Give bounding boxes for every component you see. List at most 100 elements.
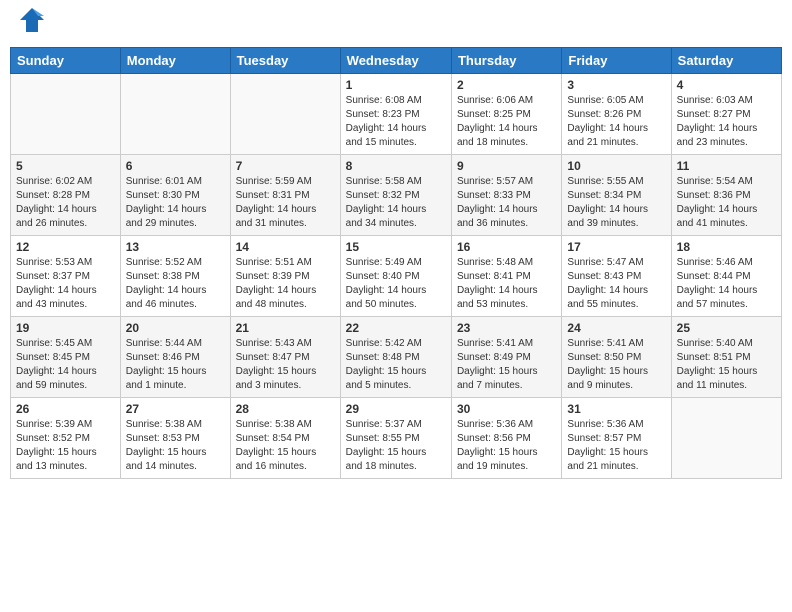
- day-number: 1: [346, 78, 446, 92]
- calendar-cell: [11, 74, 121, 155]
- calendar-cell: 6 Sunrise: 6:01 AM Sunset: 8:30 PM Daylig…: [120, 155, 230, 236]
- day-number: 21: [236, 321, 335, 335]
- day-header-sunday: Sunday: [11, 48, 121, 74]
- calendar-cell: 13 Sunrise: 5:52 AM Sunset: 8:38 PM Dayli…: [120, 236, 230, 317]
- calendar-table: SundayMondayTuesdayWednesdayThursdayFrid…: [10, 47, 782, 479]
- calendar-week-row: 5 Sunrise: 6:02 AM Sunset: 8:28 PM Daylig…: [11, 155, 782, 236]
- day-number: 29: [346, 402, 446, 416]
- calendar-cell: 2 Sunrise: 6:06 AM Sunset: 8:25 PM Daylig…: [451, 74, 561, 155]
- day-number: 22: [346, 321, 446, 335]
- logo: [14, 10, 46, 39]
- calendar-cell: 11 Sunrise: 5:54 AM Sunset: 8:36 PM Dayli…: [671, 155, 781, 236]
- day-header-tuesday: Tuesday: [230, 48, 340, 74]
- day-header-monday: Monday: [120, 48, 230, 74]
- calendar-cell: 4 Sunrise: 6:03 AM Sunset: 8:27 PM Daylig…: [671, 74, 781, 155]
- day-number: 30: [457, 402, 556, 416]
- day-info: Sunrise: 5:37 AM Sunset: 8:55 PM Dayligh…: [346, 418, 446, 474]
- day-info: Sunrise: 5:54 AM Sunset: 8:36 PM Dayligh…: [677, 175, 776, 231]
- calendar-cell: 1 Sunrise: 6:08 AM Sunset: 8:23 PM Daylig…: [340, 74, 451, 155]
- day-number: 27: [126, 402, 225, 416]
- logo-icon: [18, 6, 46, 39]
- day-number: 2: [457, 78, 556, 92]
- day-info: Sunrise: 5:45 AM Sunset: 8:45 PM Dayligh…: [16, 337, 115, 393]
- calendar-cell: 3 Sunrise: 6:05 AM Sunset: 8:26 PM Daylig…: [562, 74, 671, 155]
- calendar-week-row: 12Sunrise: 5:53 AM Sunset: 8:37 PM Dayli…: [11, 236, 782, 317]
- calendar-cell: 17Sunrise: 5:47 AM Sunset: 8:43 PM Dayli…: [562, 236, 671, 317]
- calendar-cell: 30 Sunrise: 5:36 AM Sunset: 8:56 PM Dayli…: [451, 398, 561, 479]
- day-number: 28: [236, 402, 335, 416]
- day-number: 12: [16, 240, 115, 254]
- day-info: Sunrise: 5:49 AM Sunset: 8:40 PM Dayligh…: [346, 256, 446, 312]
- day-number: 25: [677, 321, 776, 335]
- day-number: 26: [16, 402, 115, 416]
- day-number: 15: [346, 240, 446, 254]
- day-info: Sunrise: 5:36 AM Sunset: 8:56 PM Dayligh…: [457, 418, 556, 474]
- day-info: Sunrise: 5:40 AM Sunset: 8:51 PM Dayligh…: [677, 337, 776, 393]
- calendar-header-row: SundayMondayTuesdayWednesdayThursdayFrid…: [11, 48, 782, 74]
- day-number: 18: [677, 240, 776, 254]
- day-number: 5: [16, 159, 115, 173]
- calendar-cell: 18 Sunrise: 5:46 AM Sunset: 8:44 PM Dayli…: [671, 236, 781, 317]
- calendar-week-row: 26Sunrise: 5:39 AM Sunset: 8:52 PM Dayli…: [11, 398, 782, 479]
- day-number: 11: [677, 159, 776, 173]
- day-info: Sunrise: 6:02 AM Sunset: 8:28 PM Dayligh…: [16, 175, 115, 231]
- day-info: Sunrise: 5:41 AM Sunset: 8:49 PM Dayligh…: [457, 337, 556, 393]
- day-number: 31: [567, 402, 665, 416]
- day-info: Sunrise: 5:48 AM Sunset: 8:41 PM Dayligh…: [457, 256, 556, 312]
- calendar-cell: 8 Sunrise: 5:58 AM Sunset: 8:32 PM Daylig…: [340, 155, 451, 236]
- day-header-thursday: Thursday: [451, 48, 561, 74]
- day-number: 13: [126, 240, 225, 254]
- calendar-cell: 26Sunrise: 5:39 AM Sunset: 8:52 PM Dayli…: [11, 398, 121, 479]
- day-info: Sunrise: 6:01 AM Sunset: 8:30 PM Dayligh…: [126, 175, 225, 231]
- calendar-cell: 27Sunrise: 5:38 AM Sunset: 8:53 PM Dayli…: [120, 398, 230, 479]
- day-info: Sunrise: 5:57 AM Sunset: 8:33 PM Dayligh…: [457, 175, 556, 231]
- page-header: [10, 10, 782, 39]
- calendar-cell: 16 Sunrise: 5:48 AM Sunset: 8:41 PM Dayli…: [451, 236, 561, 317]
- day-info: Sunrise: 6:05 AM Sunset: 8:26 PM Dayligh…: [567, 94, 665, 150]
- day-header-wednesday: Wednesday: [340, 48, 451, 74]
- calendar-cell: 12Sunrise: 5:53 AM Sunset: 8:37 PM Dayli…: [11, 236, 121, 317]
- day-number: 16: [457, 240, 556, 254]
- calendar-cell: 21 Sunrise: 5:43 AM Sunset: 8:47 PM Dayli…: [230, 317, 340, 398]
- calendar-cell: 20Sunrise: 5:44 AM Sunset: 8:46 PM Dayli…: [120, 317, 230, 398]
- day-number: 19: [16, 321, 115, 335]
- calendar-cell: 29 Sunrise: 5:37 AM Sunset: 8:55 PM Dayli…: [340, 398, 451, 479]
- calendar-week-row: 1 Sunrise: 6:08 AM Sunset: 8:23 PM Daylig…: [11, 74, 782, 155]
- calendar-week-row: 19 Sunrise: 5:45 AM Sunset: 8:45 PM Dayli…: [11, 317, 782, 398]
- calendar-cell: 31Sunrise: 5:36 AM Sunset: 8:57 PM Dayli…: [562, 398, 671, 479]
- day-info: Sunrise: 5:59 AM Sunset: 8:31 PM Dayligh…: [236, 175, 335, 231]
- day-info: Sunrise: 5:46 AM Sunset: 8:44 PM Dayligh…: [677, 256, 776, 312]
- calendar-cell: 7Sunrise: 5:59 AM Sunset: 8:31 PM Daylig…: [230, 155, 340, 236]
- day-header-saturday: Saturday: [671, 48, 781, 74]
- day-info: Sunrise: 6:08 AM Sunset: 8:23 PM Dayligh…: [346, 94, 446, 150]
- day-info: Sunrise: 5:47 AM Sunset: 8:43 PM Dayligh…: [567, 256, 665, 312]
- calendar-cell: 5 Sunrise: 6:02 AM Sunset: 8:28 PM Daylig…: [11, 155, 121, 236]
- calendar-cell: 22 Sunrise: 5:42 AM Sunset: 8:48 PM Dayli…: [340, 317, 451, 398]
- day-info: Sunrise: 5:58 AM Sunset: 8:32 PM Dayligh…: [346, 175, 446, 231]
- day-info: Sunrise: 5:43 AM Sunset: 8:47 PM Dayligh…: [236, 337, 335, 393]
- day-info: Sunrise: 5:55 AM Sunset: 8:34 PM Dayligh…: [567, 175, 665, 231]
- day-info: Sunrise: 5:51 AM Sunset: 8:39 PM Dayligh…: [236, 256, 335, 312]
- calendar-cell: 24 Sunrise: 5:41 AM Sunset: 8:50 PM Dayli…: [562, 317, 671, 398]
- day-info: Sunrise: 5:52 AM Sunset: 8:38 PM Dayligh…: [126, 256, 225, 312]
- day-number: 20: [126, 321, 225, 335]
- day-info: Sunrise: 6:06 AM Sunset: 8:25 PM Dayligh…: [457, 94, 556, 150]
- calendar-cell: [671, 398, 781, 479]
- day-info: Sunrise: 5:42 AM Sunset: 8:48 PM Dayligh…: [346, 337, 446, 393]
- day-number: 6: [126, 159, 225, 173]
- calendar-cell: 28 Sunrise: 5:38 AM Sunset: 8:54 PM Dayli…: [230, 398, 340, 479]
- calendar-cell: 10 Sunrise: 5:55 AM Sunset: 8:34 PM Dayli…: [562, 155, 671, 236]
- day-number: 10: [567, 159, 665, 173]
- calendar-cell: 15 Sunrise: 5:49 AM Sunset: 8:40 PM Dayli…: [340, 236, 451, 317]
- day-info: Sunrise: 6:03 AM Sunset: 8:27 PM Dayligh…: [677, 94, 776, 150]
- day-info: Sunrise: 5:41 AM Sunset: 8:50 PM Dayligh…: [567, 337, 665, 393]
- day-number: 24: [567, 321, 665, 335]
- day-number: 9: [457, 159, 556, 173]
- day-number: 8: [346, 159, 446, 173]
- day-info: Sunrise: 5:38 AM Sunset: 8:54 PM Dayligh…: [236, 418, 335, 474]
- day-number: 3: [567, 78, 665, 92]
- calendar-cell: 9 Sunrise: 5:57 AM Sunset: 8:33 PM Daylig…: [451, 155, 561, 236]
- day-number: 4: [677, 78, 776, 92]
- calendar-cell: 23Sunrise: 5:41 AM Sunset: 8:49 PM Dayli…: [451, 317, 561, 398]
- calendar-cell: 25 Sunrise: 5:40 AM Sunset: 8:51 PM Dayli…: [671, 317, 781, 398]
